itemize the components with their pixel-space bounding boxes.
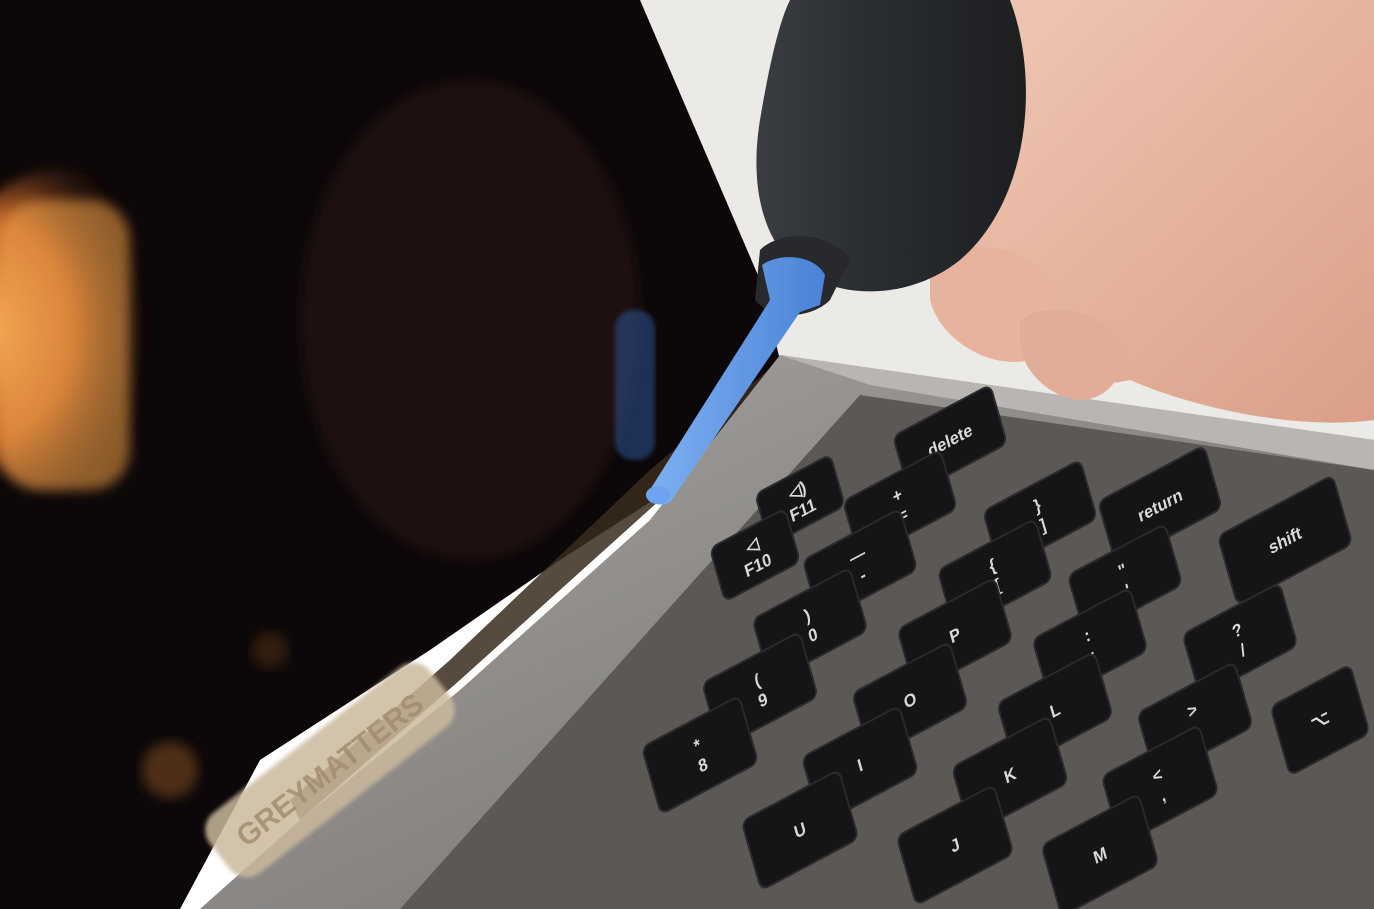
nozzle-tip [646,486,670,504]
bokeh-dot [142,742,198,798]
screen-hand-reflection [300,80,640,560]
photo-scene: deletereturnshift+=}]—-{["'?/)0P:;(9OL>.… [0,0,1374,909]
bokeh-dot [252,632,288,668]
screen-light-block [0,200,130,490]
screen-nozzle-reflection [615,310,655,460]
